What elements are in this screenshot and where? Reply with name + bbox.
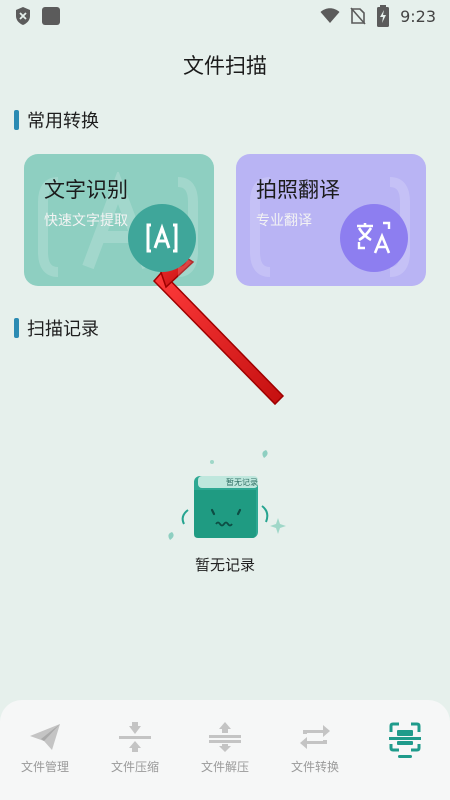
status-bar: 9:23 <box>0 0 450 32</box>
section-common: 常用转换 <box>14 107 99 133</box>
nav-file-compress[interactable]: 文件压缩 <box>95 722 175 775</box>
nav-file-scan[interactable] <box>365 722 445 764</box>
section-bar <box>14 318 19 338</box>
nav-file-manager[interactable]: 文件管理 <box>5 722 85 775</box>
paper-plane-icon <box>30 724 60 750</box>
convert-icon <box>300 725 330 749</box>
translate-card[interactable]: 拍照翻译 专业翻译 <box>236 154 426 286</box>
translate-icon <box>340 204 408 272</box>
nav-label: 文件压缩 <box>110 760 159 774</box>
section-label-common: 常用转换 <box>27 111 99 132</box>
bottom-nav: 文件管理 文件压缩 文件解压 文件转换 <box>0 700 450 800</box>
page-title: 文件扫描 <box>183 54 267 78</box>
empty-illustration-label: 暂无记录 <box>226 477 258 487</box>
battery-charging-icon <box>377 5 390 27</box>
no-sim-icon <box>350 7 366 25</box>
wifi-icon <box>320 8 340 23</box>
nav-label: 文件转换 <box>290 760 339 774</box>
section-bar <box>14 110 19 130</box>
section-records: 扫描记录 <box>14 315 99 341</box>
nav-label: 文件管理 <box>20 760 69 774</box>
ocr-card[interactable]: 文字识别 快速文字提取 <box>24 154 214 286</box>
shield-icon <box>16 7 30 25</box>
ocr-card-title: 文字识别 <box>44 178 128 202</box>
status-left <box>14 6 60 26</box>
nav-file-convert[interactable]: 文件转换 <box>275 722 355 775</box>
section-label-records: 扫描记录 <box>27 319 99 340</box>
empty-state-text: 暂无记录 <box>194 556 255 574</box>
app-notification-icon <box>42 7 60 25</box>
empty-folder-icon: 暂无记录 <box>168 450 286 540</box>
translate-card-title: 拍照翻译 <box>256 178 340 202</box>
scan-icon <box>389 722 421 758</box>
nav-label: 文件解压 <box>200 760 249 774</box>
compress-icon <box>119 722 151 752</box>
nav-file-decompress[interactable]: 文件解压 <box>185 722 265 775</box>
decompress-icon <box>209 722 241 752</box>
text-scan-icon <box>128 204 196 272</box>
status-time: 9:23 <box>400 6 436 26</box>
status-right: 9:23 <box>320 5 436 27</box>
